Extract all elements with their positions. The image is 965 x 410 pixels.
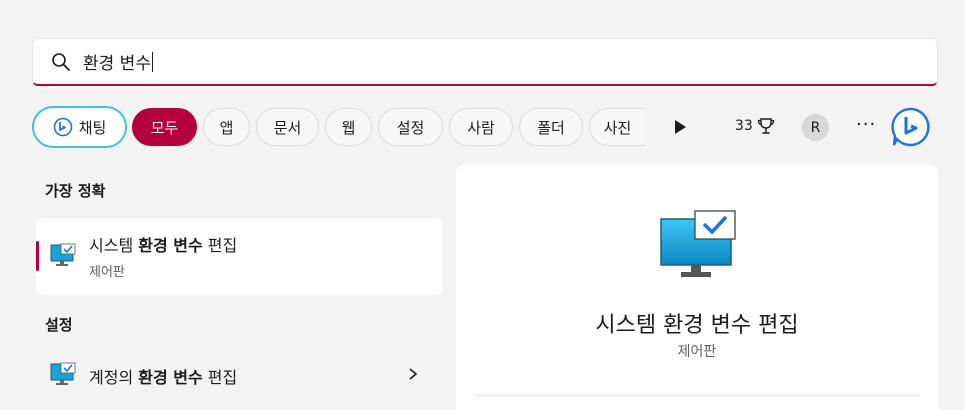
best-match-title: 시스템 환경 변수 편집 [89,236,238,255]
points-value: 33 [735,118,753,134]
filter-people[interactable]: 사람 [449,108,513,146]
monitor-check-icon [50,362,76,385]
best-match-header: 가장 정확 [45,182,106,200]
filter-photos[interactable]: 사진 [589,108,645,146]
settings-result[interactable]: 계정의 환경 변수 편집 [36,350,442,398]
selection-indicator [36,241,39,271]
filter-web[interactable]: 웹 [325,108,372,146]
filter-folders[interactable]: 폴더 [519,108,583,146]
detail-subtitle: 제어판 [677,344,717,360]
more-icon: ··· [856,114,877,135]
rewards-points[interactable]: 33 [735,117,776,135]
filter-all[interactable]: 모두 [132,108,197,146]
filter-settings-label: 설정 [396,118,425,137]
filter-all-label: 모두 [150,118,179,137]
monitor-check-icon [50,243,76,266]
filter-apps-label: 앱 [219,118,234,137]
bing-chat-icon [53,117,72,137]
best-match-subtitle: 제어판 [89,265,125,280]
chevron-right-icon[interactable] [406,366,420,382]
filter-people-label: 사람 [467,118,495,137]
monitor-check-icon [660,210,736,277]
filter-bar: 채팅 모두 앱 문서 웹 설정 사람 폴더 사진 33 R ··· [32,106,938,148]
best-match-result[interactable]: 시스템 환경 변수 편집 제어판 [36,218,442,295]
trophy-icon [757,118,774,134]
detail-pane: 시스템 환경 변수 편집 제어판 [456,165,938,410]
chat-button[interactable]: 채팅 [32,106,127,148]
bing-logo-icon[interactable] [890,106,932,148]
avatar-initial: R [810,119,821,136]
filter-settings[interactable]: 설정 [378,108,443,146]
filter-documents[interactable]: 문서 [256,108,319,146]
detail-title: 시스템 환경 변수 편집 [595,313,799,338]
search-box[interactable]: 환경 변수 [32,38,938,86]
text-caret [151,52,153,72]
more-options-button[interactable]: ··· [856,114,876,135]
filter-web-label: 웹 [341,118,356,137]
filter-apps[interactable]: 앱 [203,108,250,146]
search-input[interactable]: 환경 변수 [83,49,153,74]
filter-documents-label: 문서 [273,118,302,137]
scroll-right-icon[interactable] [672,118,688,136]
chat-label: 채팅 [78,118,107,137]
filter-photos-label: 사진 [603,118,632,137]
divider [474,395,920,396]
settings-result-title: 계정의 환경 변수 편집 [89,368,238,387]
settings-header: 설정 [45,316,73,334]
search-icon [52,52,70,71]
filter-folders-label: 폴더 [537,118,565,137]
avatar[interactable]: R [802,114,829,141]
